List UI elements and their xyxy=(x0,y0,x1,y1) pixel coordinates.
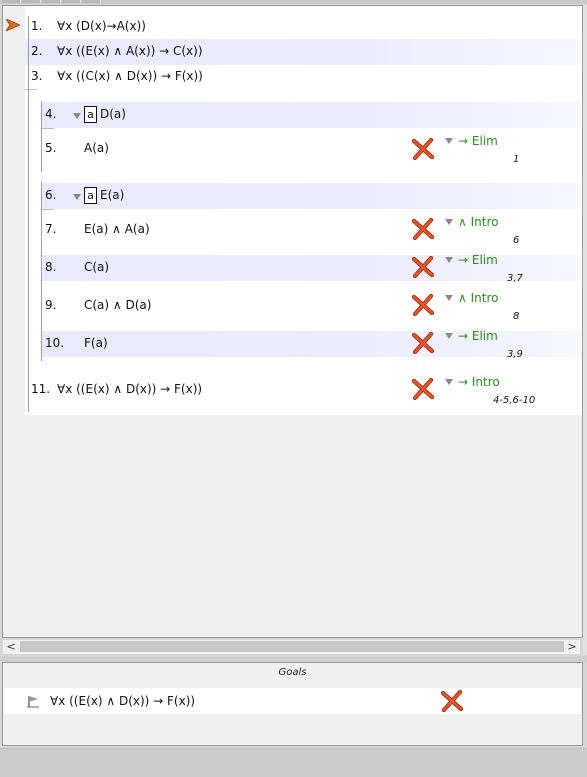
line-number: 3. xyxy=(31,69,43,83)
goal-formula[interactable]: ∀x ((E(x) ∧ D(x)) → F(x)) xyxy=(50,694,195,708)
boxed-constant: a xyxy=(84,106,97,123)
assumption-rule-line xyxy=(42,128,54,129)
conclusion-formula[interactable]: ∀x ((E(x) ∧ D(x)) → F(x)) xyxy=(57,382,202,396)
line-number: 2. xyxy=(31,44,43,58)
proof-line-4[interactable]: 4. a D(a) xyxy=(42,102,582,128)
proof-document: 1. ∀x (D(x)→A(x)) 2. ∀x ((E(x) ∧ A(x)) →… xyxy=(25,6,582,415)
proof-line-1[interactable]: 1. ∀x (D(x)→A(x)) xyxy=(25,14,582,40)
top-toolbar-strip xyxy=(0,0,587,4)
line-number: 9. xyxy=(45,298,57,312)
premise-formula[interactable]: ∀x (D(x)→A(x)) xyxy=(57,19,146,33)
proof-line-9[interactable]: 9. C(a) ∧ D(a) xyxy=(42,293,582,319)
assumption-formula[interactable]: E(a) xyxy=(100,188,124,202)
rule-dropdown-arrow-icon[interactable] xyxy=(445,333,453,339)
rule-reference[interactable]: 3,7 xyxy=(507,273,523,284)
rule-name[interactable]: → Intro xyxy=(458,375,500,389)
proof-line-5[interactable]: 5. A(a) xyxy=(42,136,582,162)
line-number: 1. xyxy=(31,19,43,33)
premise-rule-line xyxy=(25,89,37,90)
premise-formula[interactable]: ∀x ((C(x) ∧ D(x)) → F(x)) xyxy=(57,69,203,83)
rule-dropdown-arrow-icon[interactable] xyxy=(445,379,453,385)
red-x-icon[interactable] xyxy=(412,378,434,400)
goal-flag-icon xyxy=(27,696,39,708)
red-x-icon[interactable] xyxy=(441,690,463,712)
rule-reference[interactable]: 6 xyxy=(513,235,519,246)
rule-dropdown-arrow-icon[interactable] xyxy=(445,295,453,301)
scrollbar-thumb[interactable] xyxy=(20,641,564,652)
main-proof-bar xyxy=(28,16,29,412)
line-number: 10. xyxy=(45,336,65,350)
goal-row[interactable]: ∀x ((E(x) ∧ D(x)) → F(x)) xyxy=(4,688,581,714)
rule-dropdown-arrow-icon[interactable] xyxy=(445,138,453,144)
status-bar xyxy=(0,748,587,777)
rule-name[interactable]: → Elim xyxy=(458,253,498,267)
goals-title: Goals xyxy=(278,667,307,678)
step-formula[interactable]: A(a) xyxy=(84,141,109,155)
collapse-triangle-icon[interactable] xyxy=(73,194,81,200)
rule-name[interactable]: → Elim xyxy=(458,329,498,343)
proof-line-6[interactable]: 6. a E(a) xyxy=(42,183,582,209)
proof-line-10[interactable]: 10. F(a) xyxy=(42,331,582,357)
horizontal-scrollbar[interactable]: < > xyxy=(3,640,580,654)
red-x-icon[interactable] xyxy=(412,332,434,354)
goals-panel: Goals ∀x ((E(x) ∧ D(x)) → F(x)) xyxy=(2,662,583,746)
panel-edge xyxy=(583,5,587,655)
rule-reference[interactable]: 3,9 xyxy=(507,349,523,360)
rule-dropdown-arrow-icon[interactable] xyxy=(445,257,453,263)
proof-line-3[interactable]: 3. ∀x ((C(x) ∧ D(x)) → F(x)) xyxy=(25,64,582,90)
line-number: 8. xyxy=(45,260,57,274)
rule-name[interactable]: ∧ Intro xyxy=(458,215,498,229)
rule-name[interactable]: → Elim xyxy=(458,134,498,148)
step-formula[interactable]: C(a) xyxy=(84,260,109,274)
scroll-right-icon[interactable]: > xyxy=(566,640,578,654)
red-x-icon[interactable] xyxy=(412,256,434,278)
boxed-constant: a xyxy=(84,187,97,204)
toolbar-tab[interactable] xyxy=(82,0,101,3)
orange-arrow-icon xyxy=(6,19,20,31)
toolbar-tab[interactable] xyxy=(62,0,81,3)
step-formula[interactable]: C(a) ∧ D(a) xyxy=(84,298,151,312)
collapse-triangle-icon[interactable] xyxy=(73,113,81,119)
line-number: 7. xyxy=(45,222,57,236)
rule-dropdown-arrow-icon[interactable] xyxy=(445,219,453,225)
step-formula[interactable]: F(a) xyxy=(84,336,108,350)
proof-line-7[interactable]: 7. E(a) ∧ A(a) xyxy=(42,217,582,243)
premise-formula[interactable]: ∀x ((E(x) ∧ A(x)) → C(x)) xyxy=(57,44,203,58)
line-number: 6. xyxy=(45,188,57,202)
proof-line-2[interactable]: 2. ∀x ((E(x) ∧ A(x)) → C(x)) xyxy=(25,39,582,65)
rule-reference[interactable]: 1 xyxy=(513,154,519,165)
toolbar-tab[interactable] xyxy=(42,0,61,3)
proof-panel: 1. ∀x (D(x)→A(x)) 2. ∀x ((E(x) ∧ A(x)) →… xyxy=(2,5,583,638)
scroll-left-icon[interactable]: < xyxy=(5,640,17,654)
red-x-icon[interactable] xyxy=(412,218,434,240)
rule-reference[interactable]: 8 xyxy=(513,311,519,322)
proof-line-8[interactable]: 8. C(a) xyxy=(42,255,582,281)
toolbar-tab[interactable] xyxy=(22,0,41,3)
red-x-icon[interactable] xyxy=(412,294,434,316)
assumption-rule-line xyxy=(42,209,54,210)
toolbar-tab[interactable] xyxy=(2,0,21,3)
line-number: 5. xyxy=(45,141,57,155)
red-x-icon[interactable] xyxy=(412,138,434,160)
assumption-formula[interactable]: D(a) xyxy=(100,107,126,121)
step-formula[interactable]: E(a) ∧ A(a) xyxy=(84,222,150,236)
rule-name[interactable]: ∧ Intro xyxy=(458,291,498,305)
line-number: 4. xyxy=(45,107,57,121)
rule-reference[interactable]: 4-5,6-10 xyxy=(493,395,535,406)
line-number: 11. xyxy=(31,382,51,396)
